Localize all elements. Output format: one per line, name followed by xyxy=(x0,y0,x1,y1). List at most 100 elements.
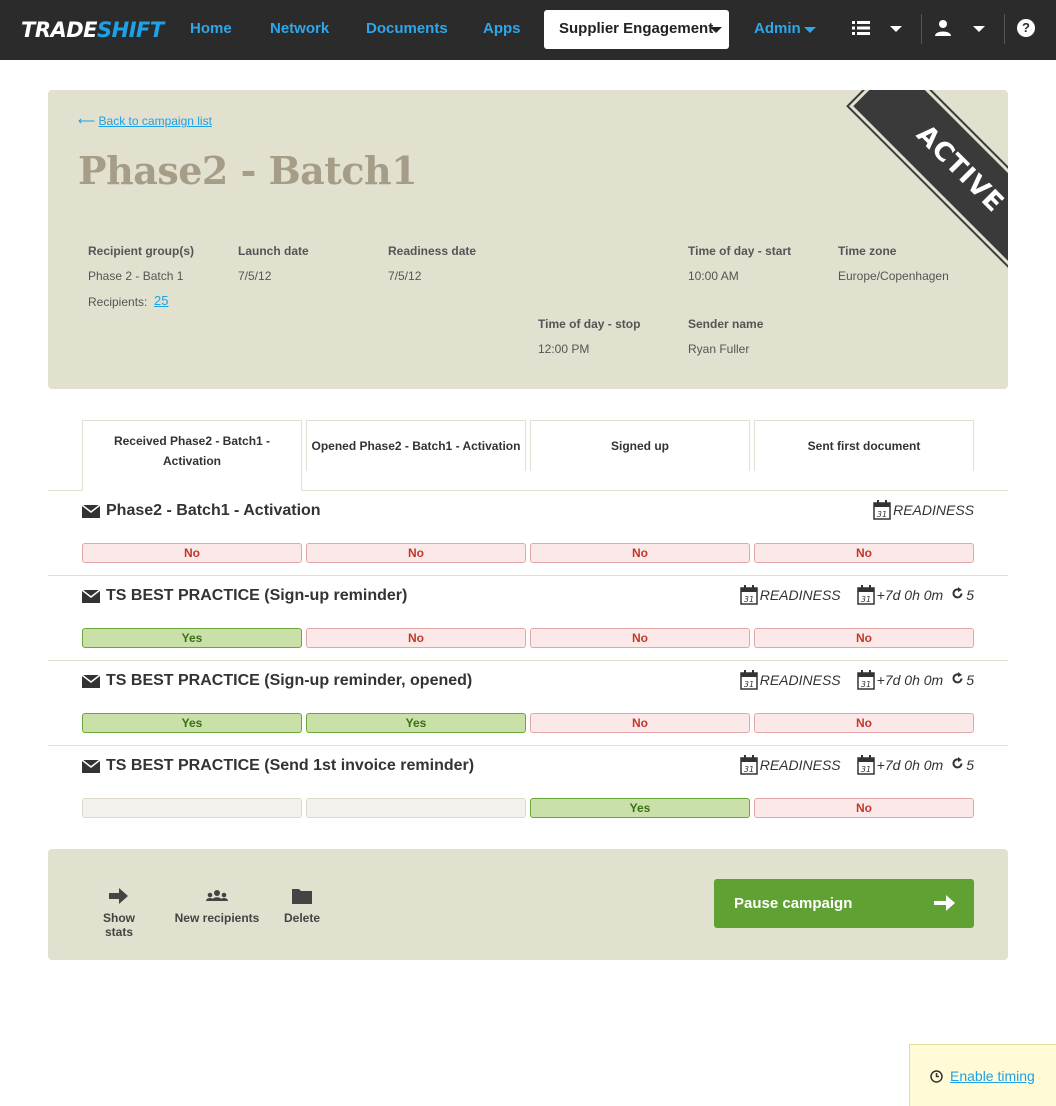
nav-apps[interactable]: Apps xyxy=(483,20,521,38)
status-cell: Yes xyxy=(306,713,526,733)
svg-text:31: 31 xyxy=(744,765,754,774)
new-recipients-button[interactable]: New recipients xyxy=(174,887,260,925)
status-cell: Yes xyxy=(82,713,302,733)
recipients-count-link[interactable]: 25 xyxy=(154,293,168,308)
status-cell: No xyxy=(754,628,974,648)
help-icon[interactable]: ? xyxy=(1017,19,1035,37)
status-cell: No xyxy=(530,543,750,563)
tab-signed-up[interactable]: Signed up xyxy=(530,420,750,471)
tab-received[interactable]: Received Phase2 - Batch1 - Activation xyxy=(82,420,302,491)
svg-text:31: 31 xyxy=(861,680,871,689)
repeat-icon xyxy=(951,672,964,688)
calendar-icon: 31 xyxy=(856,755,875,775)
time-of-day-start-value: 10:00 AM xyxy=(688,269,739,283)
delete-button[interactable]: Delete xyxy=(282,887,322,925)
chevron-down-icon xyxy=(710,27,722,33)
user-chevron-down-icon[interactable] xyxy=(973,26,985,32)
svg-text:31: 31 xyxy=(744,595,754,604)
enable-timing-panel: Enable timing xyxy=(909,1044,1056,1106)
sender-name-value: Ryan Fuller xyxy=(688,342,750,356)
message-title[interactable]: TS BEST PRACTICE (Sign-up reminder, open… xyxy=(81,672,472,690)
time-of-day-start-label: Time of day - start xyxy=(688,244,792,258)
envelope-icon xyxy=(81,758,101,773)
svg-text:31: 31 xyxy=(877,510,887,519)
recipients-label: Recipients: xyxy=(88,295,148,309)
envelope-icon xyxy=(81,588,101,603)
calendar-icon: 31 xyxy=(739,585,758,605)
status-cell: No xyxy=(530,628,750,648)
message-schedule: 31 READINESS 31 +7d 0h 0m 5 xyxy=(739,755,974,775)
status-cell: No xyxy=(754,798,974,818)
show-stats-button[interactable]: Show stats xyxy=(88,887,150,939)
user-icon[interactable] xyxy=(934,19,952,42)
launch-date-value: 7/5/12 xyxy=(238,269,272,283)
status-cell: No xyxy=(82,543,302,563)
tab-sent-first-document[interactable]: Sent first document xyxy=(754,420,974,471)
campaign-actions-panel: Show stats New recipients Delete Pause c… xyxy=(48,849,1008,960)
recipient-groups-value: Phase 2 - Batch 1 xyxy=(88,269,184,283)
arrow-right-icon xyxy=(88,887,150,907)
repeat-icon xyxy=(951,587,964,603)
nav-home[interactable]: Home xyxy=(190,20,232,38)
svg-text:31: 31 xyxy=(861,595,871,604)
sender-name-label: Sender name xyxy=(688,317,764,331)
envelope-icon xyxy=(81,503,101,518)
tab-opened[interactable]: Opened Phase2 - Batch1 - Activation xyxy=(306,420,526,471)
status-cell xyxy=(82,798,302,818)
envelope-icon xyxy=(81,673,101,688)
time-of-day-stop-value: 12:00 PM xyxy=(538,342,590,356)
time-zone-value: Europe/Copenhagen xyxy=(838,269,949,283)
status-cell: Yes xyxy=(530,798,750,818)
list-icon[interactable] xyxy=(852,20,870,41)
message-schedule: 31 READINESS 31 +7d 0h 0m 5 xyxy=(739,585,974,605)
time-of-day-stop-label: Time of day - stop xyxy=(538,317,641,331)
calendar-icon: 31 xyxy=(856,670,875,690)
calendar-icon: 31 xyxy=(739,755,758,775)
arrow-left-icon: ⟵ xyxy=(78,114,96,128)
message-title[interactable]: TS BEST PRACTICE (Send 1st invoice remin… xyxy=(81,757,474,775)
divider xyxy=(48,575,1008,576)
calendar-icon: 31 xyxy=(856,585,875,605)
readiness-date-label: Readiness date xyxy=(388,244,477,258)
app-select-dropdown[interactable]: Supplier Engagement xyxy=(544,10,729,49)
admin-chevron-down-icon xyxy=(804,27,816,33)
nav-admin[interactable]: Admin xyxy=(754,20,801,38)
message-title[interactable]: TS BEST PRACTICE (Sign-up reminder) xyxy=(81,587,407,605)
time-zone-label: Time zone xyxy=(838,244,897,258)
app-select-label: Supplier Engagement xyxy=(559,20,714,37)
campaign-title: Phase2 - Batch1 xyxy=(78,148,418,193)
launch-date-label: Launch date xyxy=(238,244,309,258)
status-cell: No xyxy=(754,713,974,733)
status-cell: No xyxy=(306,628,526,648)
message-schedule: 31 READINESS xyxy=(873,500,974,520)
repeat-icon xyxy=(951,757,964,773)
calendar-icon: 31 xyxy=(873,500,891,520)
divider xyxy=(48,490,82,491)
status-cell: No xyxy=(754,543,974,563)
message-schedule: 31 READINESS 31 +7d 0h 0m 5 xyxy=(739,670,974,690)
status-cell: No xyxy=(530,713,750,733)
status-cell: No xyxy=(306,543,526,563)
pause-campaign-button[interactable]: Pause campaign xyxy=(714,879,974,928)
readiness-date-value: 7/5/12 xyxy=(388,269,422,283)
divider xyxy=(48,745,1008,746)
divider xyxy=(1004,14,1005,44)
top-navigation-bar: TRADESHIFT Home Network Documents Apps S… xyxy=(0,0,1056,60)
tradeshift-logo[interactable]: TRADESHIFT xyxy=(21,19,164,41)
enable-timing-link[interactable]: Enable timing xyxy=(950,1068,1035,1084)
back-to-campaign-list-link[interactable]: ⟵ Back to campaign list xyxy=(78,114,212,128)
nav-documents[interactable]: Documents xyxy=(366,20,448,38)
status-cell xyxy=(306,798,526,818)
calendar-icon: 31 xyxy=(739,670,758,690)
arrow-right-icon xyxy=(934,893,956,917)
list-chevron-down-icon[interactable] xyxy=(890,26,902,32)
nav-network[interactable]: Network xyxy=(270,20,329,38)
divider xyxy=(48,660,1008,661)
svg-text:31: 31 xyxy=(744,680,754,689)
campaign-header-panel: ⟵ Back to campaign list Phase2 - Batch1 … xyxy=(48,90,1008,389)
divider xyxy=(302,490,1008,491)
status-cell: Yes xyxy=(82,628,302,648)
divider xyxy=(921,14,922,44)
message-title[interactable]: Phase2 - Batch1 - Activation xyxy=(81,502,321,520)
folder-icon xyxy=(282,887,322,907)
